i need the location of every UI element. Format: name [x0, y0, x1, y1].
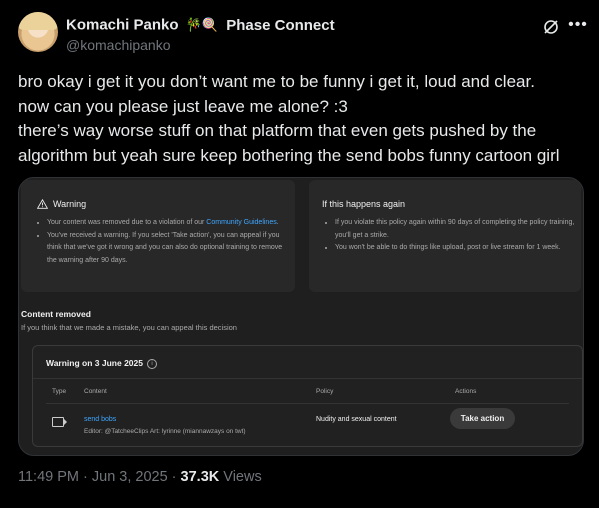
more-options-icon[interactable]: •••	[568, 17, 588, 36]
video-icon	[52, 417, 67, 427]
if-happens-again-title: If this happens again	[322, 199, 406, 209]
warning-date-heading: Warning on 3 June 2025 i	[46, 358, 157, 369]
views-count: 37.3K	[180, 469, 220, 485]
warning-item-text: .	[276, 219, 279, 226]
warning-date-text: Warning on 3 June 2025	[46, 358, 143, 368]
warning-item: You've received a warning. If you select…	[47, 230, 287, 268]
warning-triangle-icon	[37, 199, 48, 209]
again-item: If you violate this policy again within …	[335, 217, 575, 242]
grok-icon[interactable]	[542, 18, 560, 36]
take-action-button[interactable]: Take action	[450, 408, 515, 429]
tweet-line: bro okay i get it you don’t want me to b…	[18, 72, 535, 91]
author-name[interactable]: Komachi Panko	[66, 17, 179, 34]
bamboo-lollipop-emoji-icon: 🎋🍭	[185, 17, 219, 33]
community-guidelines-link[interactable]: Community Guidelines	[206, 219, 276, 226]
tweet-line: algorithm but yeah sure keep bothering t…	[18, 145, 560, 165]
info-icon[interactable]: i	[147, 358, 157, 369]
warning-panel: Warning Your content was removed due to …	[21, 180, 295, 292]
warning-list: Your content was removed due to a violat…	[37, 217, 287, 267]
tweet-text: bro okay i get it you don’t want me to b…	[18, 70, 588, 168]
tweet-footer: 11:49 PM · Jun 3, 2025 · 37.3K Views	[18, 469, 262, 485]
column-header-content: Content	[84, 388, 107, 395]
if-happens-again-panel: If this happens again If you violate thi…	[309, 180, 581, 292]
content-subtitle: Editor: @TatcheeClips Art: lyrinne (mian…	[84, 428, 246, 435]
attached-screenshot[interactable]: Warning Your content was removed due to …	[18, 177, 584, 456]
author-name-row[interactable]: Komachi Panko 🎋🍭 Phase Connect	[66, 16, 335, 34]
content-title-link[interactable]: send bobs	[84, 416, 116, 423]
again-item: You won't be able to do things like uplo…	[335, 242, 575, 255]
author-affiliation[interactable]: Phase Connect	[226, 17, 334, 34]
content-removed-subtitle: If you think that we made a mistake, you…	[21, 323, 237, 332]
warning-details-box: Warning on 3 June 2025 i Type Content Pol…	[32, 345, 583, 447]
if-happens-again-list: If you violate this policy again within …	[325, 217, 575, 255]
warning-title: Warning	[53, 199, 87, 209]
views-label: Views	[219, 469, 262, 485]
avatar[interactable]	[18, 12, 58, 52]
content-removed-title: Content removed	[21, 309, 91, 319]
column-header-actions: Actions	[455, 388, 477, 395]
tweet-line: there’s way worse stuff on that platform…	[18, 121, 537, 140]
divider	[33, 378, 582, 379]
column-header-policy: Policy	[316, 388, 334, 395]
author-handle[interactable]: @komachipanko	[66, 37, 171, 53]
timestamp[interactable]: 11:49 PM · Jun 3, 2025 ·	[18, 469, 181, 485]
avatar-hair	[18, 12, 58, 30]
policy-label: Nudity and sexual content	[316, 416, 397, 423]
warning-item-text: Your content was removed due to a violat…	[47, 219, 207, 226]
warning-item: Your content was removed due to a violat…	[47, 217, 287, 230]
tweet-line: now can you please just leave me alone? …	[18, 96, 348, 116]
divider	[46, 403, 569, 404]
column-header-type: Type	[52, 388, 67, 395]
tweet-header: Komachi Panko 🎋🍭 Phase Connect @komachip…	[18, 12, 588, 56]
